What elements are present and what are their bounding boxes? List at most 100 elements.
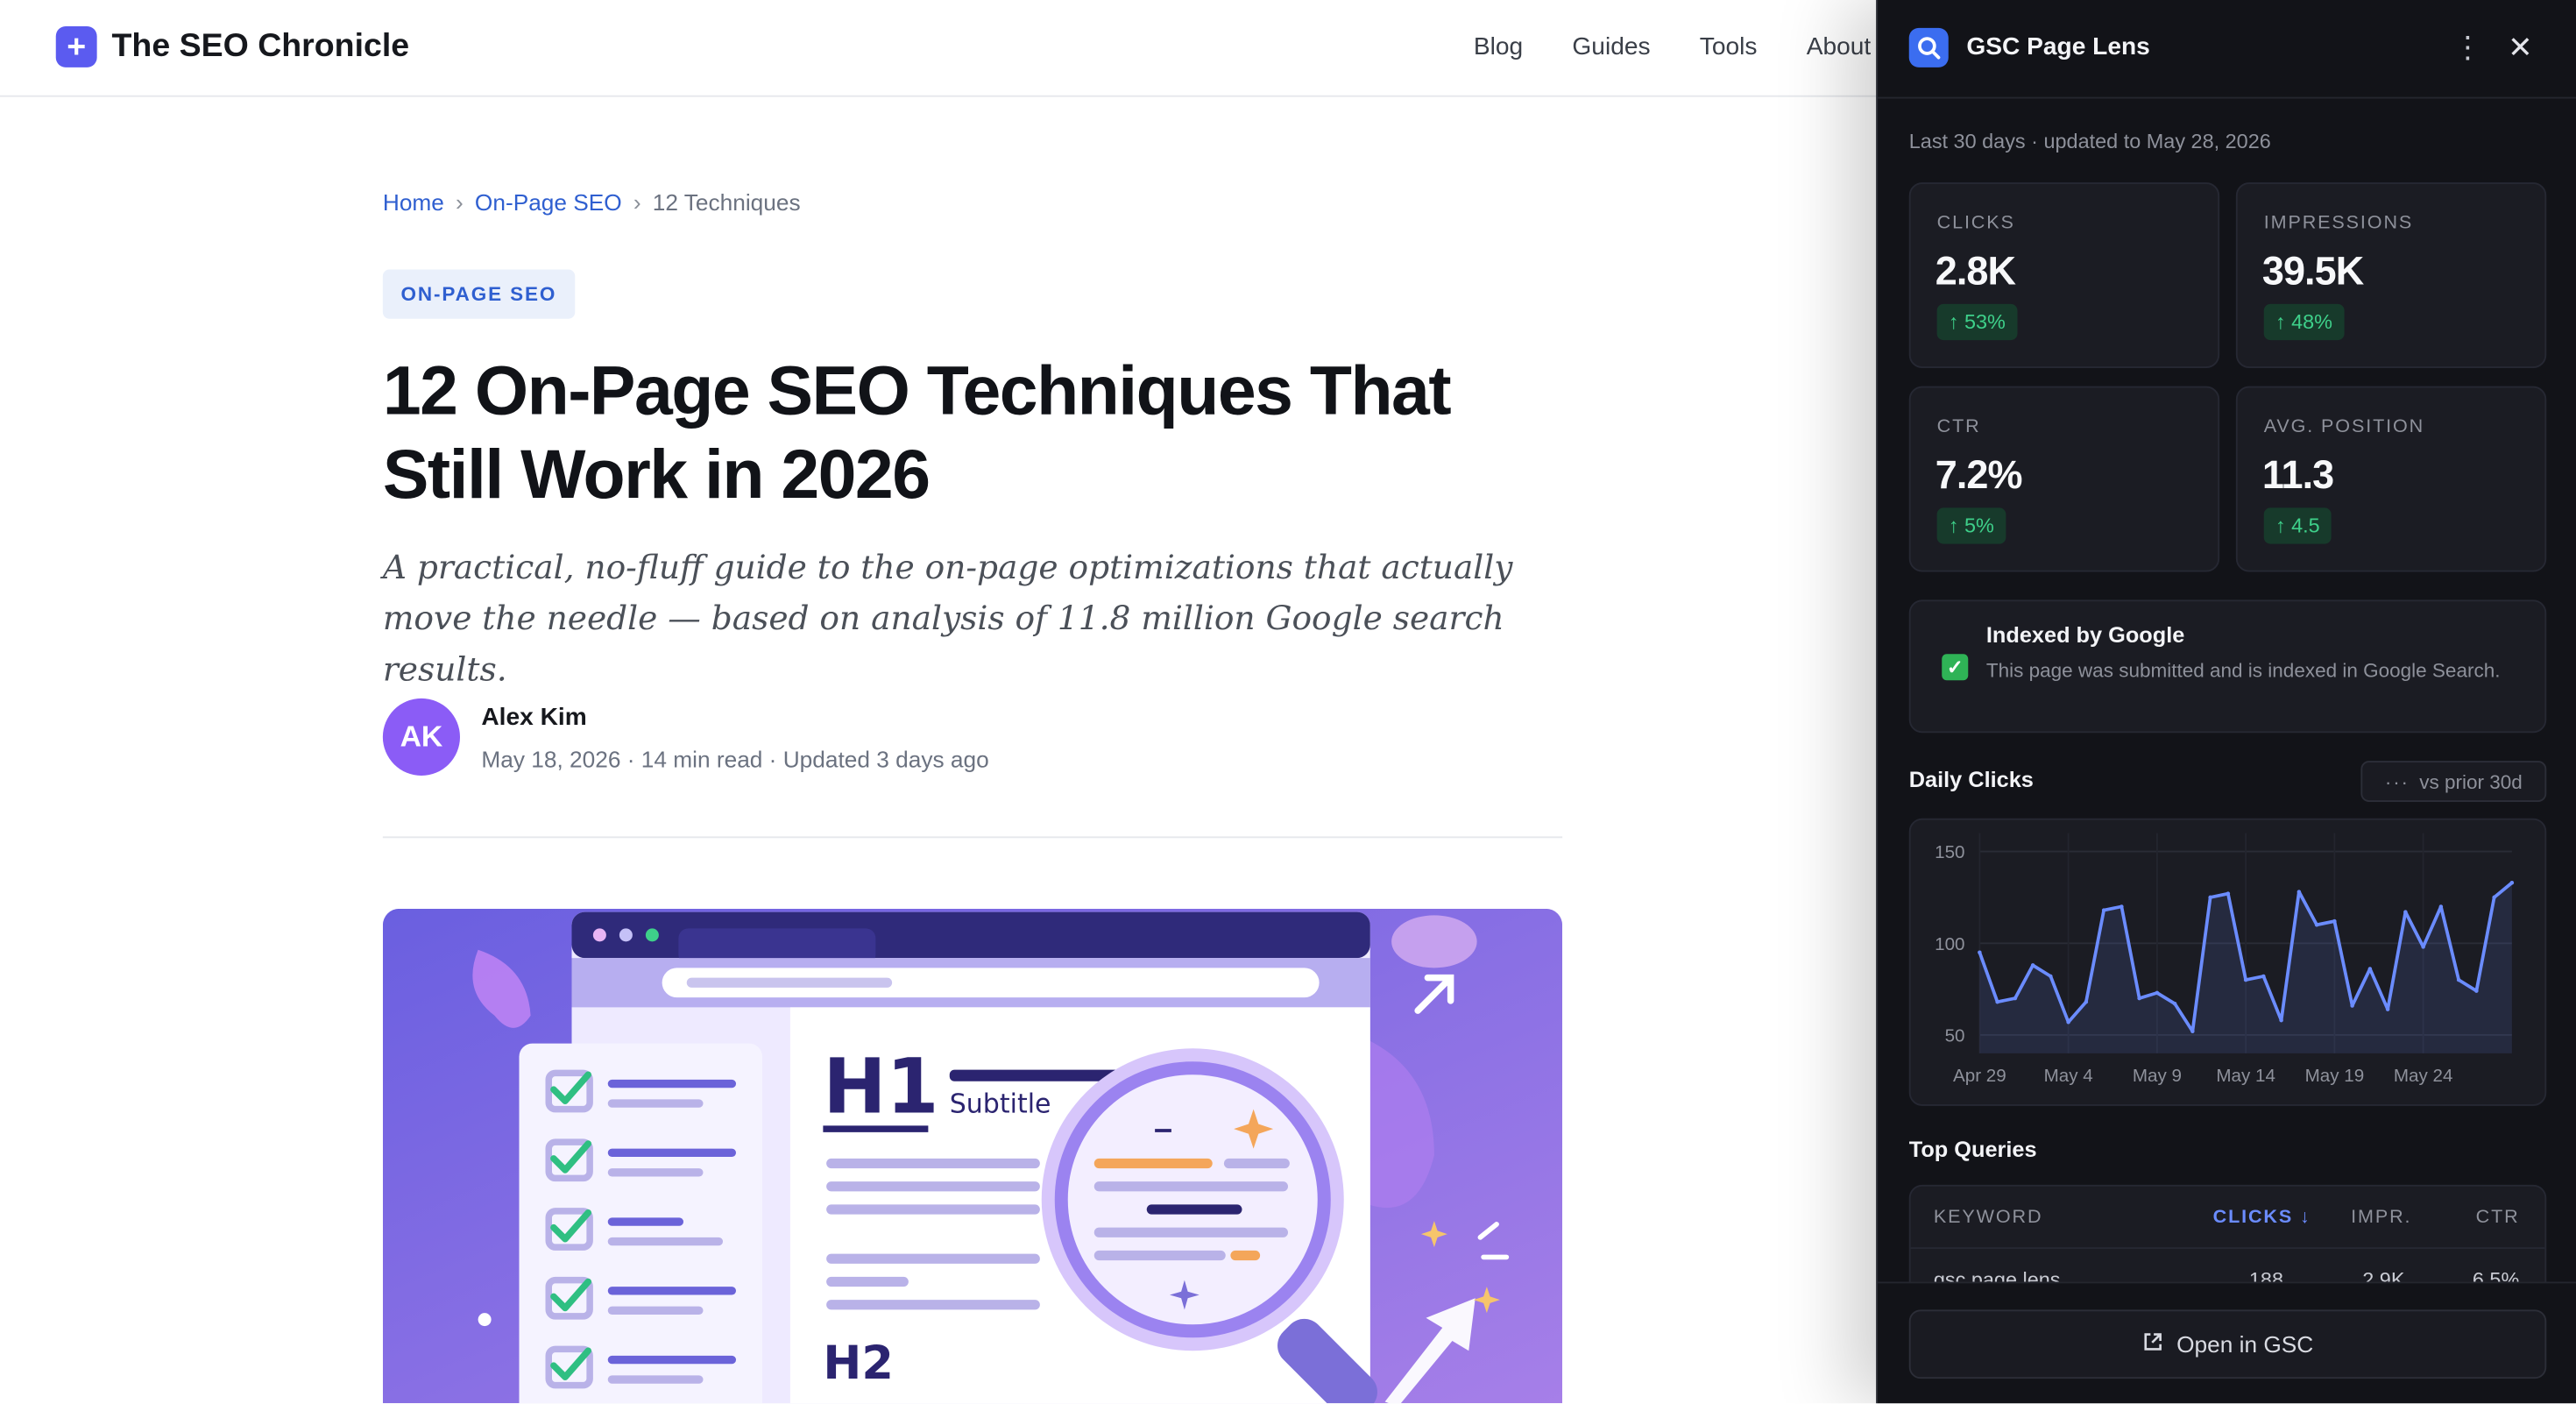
clicks-data-point xyxy=(1978,950,1982,954)
x-tick-label: May 14 xyxy=(2216,1066,2275,1086)
clicks-data-point xyxy=(2438,904,2444,909)
y-tick-label: 50 xyxy=(1945,1025,1965,1046)
more-options-icon[interactable]: ⋮ xyxy=(2452,28,2485,67)
metric-label: CTR xyxy=(1936,417,1981,437)
metric-card-avg-position: AVG. POSITION 11.3 ↑ 4.5 xyxy=(2235,386,2547,572)
metric-card-ctr: CTR 7.2% ↑ 5% xyxy=(1908,386,2220,572)
metric-label: AVG. POSITION xyxy=(2263,417,2425,437)
metric-value: 7.2% xyxy=(1935,453,2023,499)
magnifier-logo-icon xyxy=(1908,27,1949,67)
clicks-data-point xyxy=(2208,895,2212,900)
breadcrumb-home[interactable]: Home xyxy=(383,189,444,216)
clicks-data-point xyxy=(2332,918,2337,924)
metric-card-clicks: CLICKS 2.8K ↑ 53% xyxy=(1908,182,2220,368)
daily-clicks-heading: Daily Clicks xyxy=(1908,767,2034,792)
clicks-data-point xyxy=(2120,904,2124,909)
divider xyxy=(382,836,1563,839)
compare-toggle[interactable]: ··· vs prior 30d xyxy=(2360,761,2547,802)
breadcrumb-on-page-seo[interactable]: On-Page SEO xyxy=(475,189,622,216)
plus-logo-icon: + xyxy=(55,26,97,67)
clicks-data-point xyxy=(2492,895,2496,900)
x-tick-label: May 24 xyxy=(2394,1066,2453,1086)
table-header: KEYWORD CLICKS ↓ IMPR. CTR xyxy=(1910,1187,2545,1249)
site-logo[interactable]: + The SEO Chronicle xyxy=(55,26,410,67)
open-in-gsc-label: Open in GSC xyxy=(2176,1330,2314,1358)
x-tick-label: May 4 xyxy=(2044,1066,2093,1086)
panel-title: GSC Page Lens xyxy=(1966,32,2150,61)
clicks-data-point xyxy=(2190,1029,2195,1033)
author-meta: May 18, 2026 · 14 min read · Updated 3 d… xyxy=(481,745,989,772)
column-clicks-sorted[interactable]: CLICKS ↓ xyxy=(2213,1208,2311,1228)
close-icon[interactable]: ✕ xyxy=(2504,28,2537,67)
breadcrumb-chevron-icon: › xyxy=(633,188,641,216)
hero-h2-text: H2 xyxy=(823,1337,893,1390)
metric-value: 2.8K xyxy=(1935,250,2016,294)
clicks-data-point xyxy=(2137,996,2141,1001)
clicks-data-point xyxy=(2385,1007,2390,1011)
breadcrumb: Home › On-Page SEO › 12 Techniques xyxy=(383,189,801,216)
x-tick-label: May 19 xyxy=(2305,1066,2365,1086)
compare-label: vs prior 30d xyxy=(2419,769,2523,793)
panel-header: GSC Page Lens ⋮ ✕ xyxy=(1878,0,2576,99)
breadcrumb-current: 12 Techniques xyxy=(652,188,801,216)
clicks-data-point xyxy=(2030,963,2035,968)
hero-h1-text: H1 xyxy=(823,1043,938,1131)
nav-tools[interactable]: Tools xyxy=(1700,33,1758,61)
daily-clicks-svg: 50 100 150 Apr 29 May 4 May 9 May 14 May 19 May … xyxy=(1935,833,2515,1086)
clicks-data-point xyxy=(2350,1003,2354,1008)
clicks-data-point xyxy=(2226,891,2231,896)
site-name: The SEO Chronicle xyxy=(111,27,410,65)
metric-label: CLICKS xyxy=(1936,213,2015,234)
clicks-data-point xyxy=(2474,989,2479,993)
y-tick-label: 100 xyxy=(1935,934,1964,954)
metric-delta-badge: ↑ 48% xyxy=(2263,303,2345,341)
nav-guides[interactable]: Guides xyxy=(1572,33,1650,61)
seo-illustration: H1 Subtitle H2 xyxy=(382,908,1563,1404)
y-tick-label: 150 xyxy=(1935,842,1964,862)
gsc-page-lens-panel: GSC Page Lens ⋮ ✕ Last 30 days · updated… xyxy=(1876,0,2576,1404)
clicks-data-point xyxy=(2066,1020,2070,1025)
nav-about[interactable]: About xyxy=(1807,33,1872,61)
author-byline: AK Alex Kim May 18, 2026 · 14 min read ·… xyxy=(382,698,989,776)
category-tag[interactable]: ON-PAGE SEO xyxy=(382,269,575,319)
column-impressions[interactable]: IMPR. xyxy=(2351,1208,2411,1228)
avatar[interactable]: AK xyxy=(382,698,460,776)
open-in-gsc-button[interactable]: Open in GSC xyxy=(1908,1309,2547,1379)
browser-viewport: + The SEO Chronicle Blog Guides Tools Ab… xyxy=(0,0,2576,1404)
clicks-data-point xyxy=(2314,923,2319,927)
article-dek: A practical, no-fluff guide to the on-pa… xyxy=(382,547,1513,689)
dashed-line-icon: ··· xyxy=(2384,769,2410,793)
clicks-data-point xyxy=(2261,974,2266,979)
clicks-data-point xyxy=(2013,996,2018,1001)
metric-delta-badge: ↑ 53% xyxy=(1936,303,2018,341)
metric-value: 39.5K xyxy=(2261,250,2364,294)
metric-delta-badge: ↑ 4.5 xyxy=(2263,507,2332,544)
clicks-data-point xyxy=(2279,1018,2283,1023)
clicks-data-point xyxy=(2243,977,2248,982)
top-queries-heading: Top Queries xyxy=(1908,1137,2037,1162)
column-ctr[interactable]: CTR xyxy=(2476,1208,2520,1228)
article-title: 12 On-Page SEO Techniques That Still Wor… xyxy=(382,351,1452,513)
clicks-data-point xyxy=(2101,908,2106,912)
metric-delta-badge: ↑ 5% xyxy=(1936,507,2006,544)
clicks-data-point xyxy=(2456,977,2461,982)
external-link-icon xyxy=(2142,1331,2163,1358)
author-name[interactable]: Alex Kim xyxy=(481,703,988,731)
clicks-data-point xyxy=(2296,890,2302,894)
metric-label: IMPRESSIONS xyxy=(2263,213,2414,234)
index-status-title: Indexed by Google xyxy=(1985,622,2185,648)
metric-card-impressions: IMPRESSIONS 39.5K ↑ 48% xyxy=(2235,182,2547,368)
clicks-data-point xyxy=(2155,990,2160,996)
panel-footer: Open in GSC xyxy=(1878,1281,2576,1404)
x-tick-label: May 9 xyxy=(2133,1066,2182,1086)
clicks-data-point xyxy=(2421,945,2425,949)
clicks-data-point xyxy=(2084,999,2089,1004)
clicks-data-point xyxy=(2172,1002,2177,1006)
clicks-data-point xyxy=(2509,881,2515,885)
hero-illustration: H1 Subtitle H2 xyxy=(382,908,1563,1404)
check-icon: ✓ xyxy=(1942,654,1969,681)
x-tick-label: Apr 29 xyxy=(1953,1066,2006,1086)
index-status-description: This page was submitted and is indexed i… xyxy=(1985,658,2501,683)
column-keyword[interactable]: KEYWORD xyxy=(1934,1208,2043,1228)
nav-blog[interactable]: Blog xyxy=(1474,33,1523,61)
